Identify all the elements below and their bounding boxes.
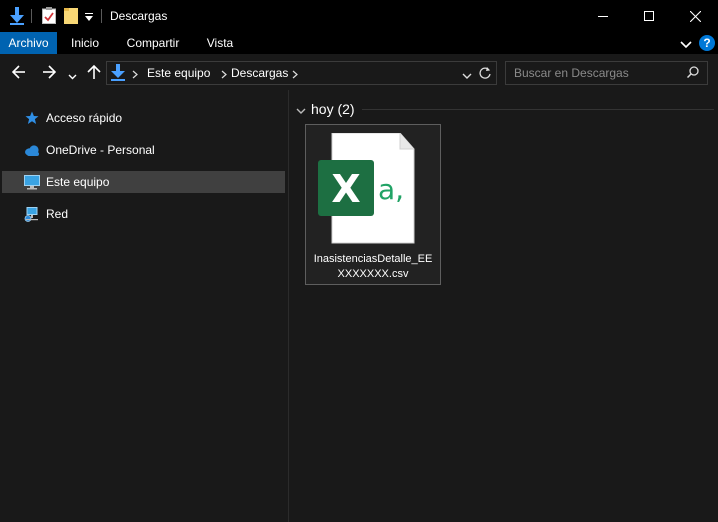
cloud-icon <box>24 142 40 158</box>
properties-icon[interactable] <box>42 7 56 27</box>
nav-item-label: OneDrive - Personal <box>46 143 155 157</box>
file-name-line-2: XXXXXXX.csv <box>337 268 409 280</box>
breadcrumb-segment-este-equipo[interactable]: Este equipo <box>147 66 210 80</box>
nav-item-label: Red <box>46 207 69 221</box>
file-name-line-1: InasistenciasDetalle_EE <box>313 253 433 265</box>
search-icon[interactable] <box>686 66 699 81</box>
search-input[interactable]: Buscar en Descargas <box>514 66 629 80</box>
nav-item-red[interactable]: Red <box>2 203 285 225</box>
up-arrow-icon[interactable] <box>87 64 101 82</box>
refresh-icon[interactable] <box>479 66 491 82</box>
toolbar-separator <box>31 9 32 23</box>
breadcrumb-chevron-icon[interactable] <box>221 68 227 82</box>
tab-archivo[interactable]: Archivo <box>0 32 57 54</box>
group-collapse-chevron-icon[interactable] <box>296 104 306 118</box>
help-label: ? <box>703 36 711 50</box>
expand-ribbon-chevron-icon[interactable] <box>680 38 692 52</box>
breadcrumb-chevron-icon[interactable] <box>132 68 138 82</box>
excel-badge-letter: X <box>331 167 361 211</box>
breadcrumb-segment-descargas[interactable]: Descargas <box>231 66 288 80</box>
close-button[interactable] <box>672 0 718 32</box>
customize-toolbar-chevron-icon[interactable] <box>85 11 93 25</box>
nav-item-label: Este equipo <box>46 175 110 189</box>
new-folder-icon[interactable] <box>64 8 78 27</box>
window-title: Descargas <box>110 9 168 23</box>
nav-item-onedrive[interactable]: OneDrive - Personal <box>2 139 285 161</box>
computer-icon <box>24 174 40 190</box>
maximize-button[interactable] <box>626 0 672 32</box>
back-arrow-icon[interactable] <box>11 65 26 82</box>
nav-item-acceso-rapido[interactable]: Acceso rápido <box>2 107 285 129</box>
star-icon <box>24 110 40 126</box>
address-history-chevron-icon[interactable] <box>462 69 472 83</box>
toolbar-separator <box>101 9 102 23</box>
tab-vista[interactable]: Vista <box>196 32 244 54</box>
group-header-divider <box>362 109 714 110</box>
title-bar: Descargas <box>0 0 718 32</box>
breadcrumb-chevron-icon[interactable] <box>292 68 298 82</box>
forward-arrow-icon[interactable] <box>42 65 57 82</box>
tab-compartir[interactable]: Compartir <box>117 32 189 54</box>
excel-csv-icon: X a, <box>318 132 418 247</box>
minimize-button[interactable] <box>580 0 626 32</box>
help-button[interactable]: ? <box>699 35 715 51</box>
downloads-folder-icon[interactable] <box>9 7 25 28</box>
network-icon <box>24 206 40 222</box>
group-header[interactable]: hoy (2) <box>311 101 355 117</box>
address-bar[interactable]: Este equipo Descargas <box>106 61 497 85</box>
recent-locations-chevron-icon[interactable] <box>68 69 77 83</box>
search-box[interactable]: Buscar en Descargas <box>505 61 708 85</box>
tab-inicio[interactable]: Inicio <box>60 32 110 54</box>
nav-item-label: Acceso rápido <box>46 111 123 125</box>
downloads-location-icon <box>111 64 125 84</box>
nav-item-este-equipo[interactable]: Este equipo <box>2 171 285 193</box>
file-item[interactable]: X a, InasistenciasDetalle_EE XXXXXXX.csv <box>305 124 441 285</box>
csv-preview-text: a, <box>378 173 405 206</box>
